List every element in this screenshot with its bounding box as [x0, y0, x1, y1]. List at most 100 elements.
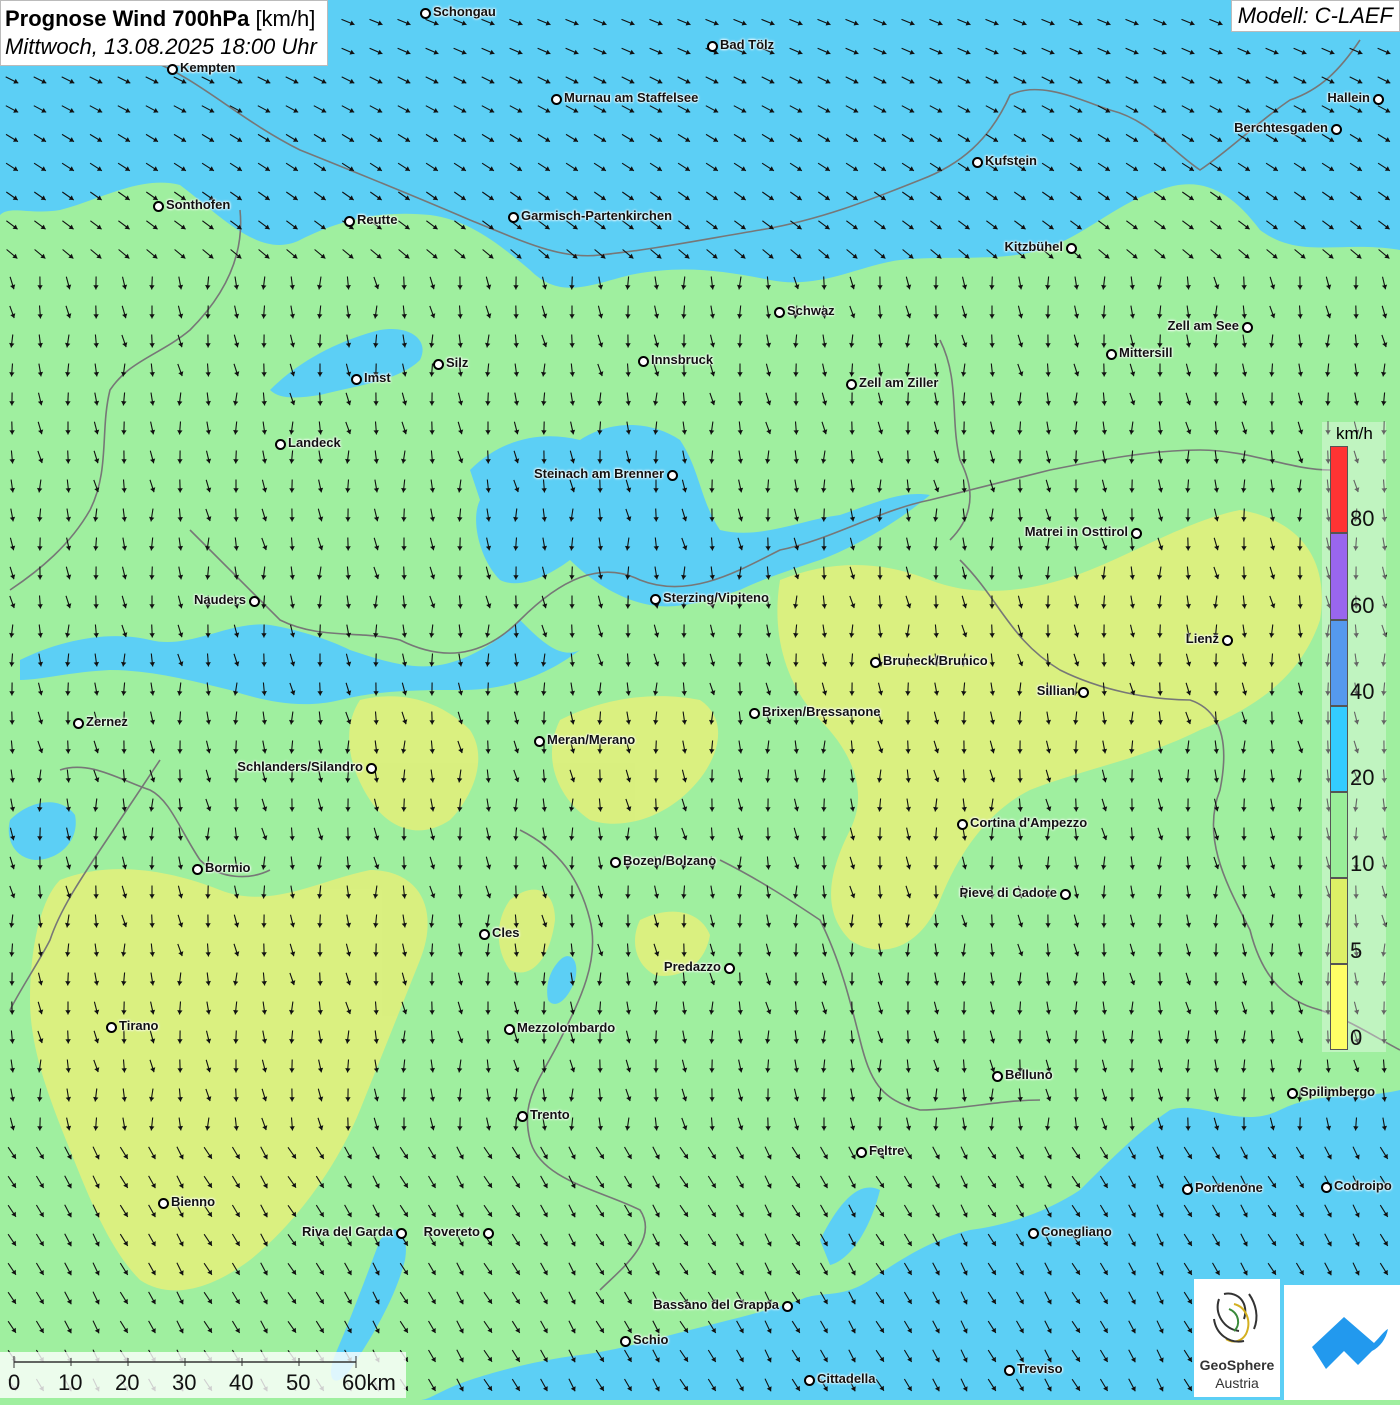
city-marker [870, 657, 881, 668]
city-marker [420, 8, 431, 19]
legend-label: 60 [1350, 593, 1374, 619]
city-marker [106, 1022, 117, 1033]
city-marker [396, 1228, 407, 1239]
city-marker [957, 819, 968, 830]
title-unit: [km/h] [255, 6, 315, 31]
city-marker [1242, 322, 1253, 333]
legend-band-60 [1330, 533, 1348, 620]
geosphere-mark-icon [1194, 1279, 1280, 1355]
city-label: Innsbruck [651, 352, 713, 367]
city-marker [1373, 94, 1384, 105]
geosphere-sub: Austria [1194, 1375, 1280, 1391]
legend-band-40 [1330, 620, 1348, 706]
city-label: Lienz [1186, 631, 1219, 646]
city-marker [1331, 124, 1342, 135]
city-marker [667, 470, 678, 481]
city-label: Imst [364, 370, 391, 385]
city-marker [433, 359, 444, 370]
city-marker [551, 94, 562, 105]
city-marker [479, 929, 490, 940]
city-marker [749, 708, 760, 719]
model-label: Modell: C-LAEF [1231, 0, 1400, 32]
scale-label: 0 [8, 1370, 20, 1396]
city-marker [1028, 1228, 1039, 1239]
city-marker [1287, 1088, 1298, 1099]
app-wind-icon [1284, 1285, 1400, 1400]
city-marker [1182, 1184, 1193, 1195]
city-marker [650, 594, 661, 605]
legend-label: 5 [1350, 938, 1362, 964]
city-label: Hallein [1327, 90, 1370, 105]
city-marker [1060, 889, 1071, 900]
city-label: Cittadella [817, 1371, 876, 1386]
city-marker [846, 379, 857, 390]
city-marker [508, 212, 519, 223]
city-label: Treviso [1017, 1361, 1063, 1376]
city-label: Zernez [86, 714, 128, 729]
city-label: Reutte [357, 212, 397, 227]
legend-unit: km/h [1336, 424, 1373, 444]
legend-label: 20 [1350, 765, 1374, 791]
city-marker [610, 857, 621, 868]
city-marker [249, 596, 260, 607]
city-label: Sterzing/Vipiteno [663, 590, 769, 605]
forecast-time: Mittwoch, 13.08.2025 18:00 Uhr [5, 33, 317, 61]
city-label: Conegliano [1041, 1224, 1112, 1239]
city-label: Silz [446, 355, 468, 370]
city-label: Bad Tölz [720, 37, 774, 52]
city-label: Murnau am Staffelsee [564, 90, 698, 105]
city-marker [724, 963, 735, 974]
legend-band-0 [1330, 964, 1348, 1050]
city-marker [344, 216, 355, 227]
city-marker [504, 1024, 515, 1035]
city-marker [782, 1301, 793, 1312]
legend-band-10 [1330, 792, 1348, 878]
city-label: Landeck [288, 435, 341, 450]
city-marker [351, 374, 362, 385]
city-label: Pieve di Cadore [959, 885, 1057, 900]
city-label: Riva del Garda [302, 1224, 393, 1239]
legend-label: 80 [1350, 506, 1374, 532]
city-label: Garmisch-Partenkirchen [521, 208, 672, 223]
city-label: Cortina d'Ampezzo [970, 815, 1087, 830]
city-label: Tirano [119, 1018, 159, 1033]
page-title: Prognose Wind 700hPa [km/h] [5, 5, 317, 33]
city-marker [73, 718, 84, 729]
city-marker [1078, 687, 1089, 698]
city-marker [972, 157, 983, 168]
city-label: Sillian [1037, 683, 1075, 698]
city-marker [483, 1228, 494, 1239]
scale-label: 40 [229, 1370, 253, 1396]
city-label: Cles [492, 925, 519, 940]
title-box: Prognose Wind 700hPa [km/h] Mittwoch, 13… [0, 0, 328, 66]
scale-label: 30 [172, 1370, 196, 1396]
city-marker [804, 1375, 815, 1386]
geosphere-logo[interactable]: GeoSphere Austria [1194, 1279, 1280, 1397]
city-label: Berchtesgaden [1234, 120, 1328, 135]
title-bold: Prognose Wind 700hPa [5, 6, 249, 31]
city-marker [1321, 1182, 1332, 1193]
city-label: Matrei in Osttirol [1025, 524, 1128, 539]
city-label: Kempten [180, 60, 236, 75]
city-label: Schongau [433, 4, 496, 19]
city-label: Zell am See [1167, 318, 1239, 333]
city-label: Zell am Ziller [859, 375, 938, 390]
city-label: Brixen/Bressanone [762, 704, 881, 719]
city-label: Spilimbergo [1300, 1084, 1375, 1099]
scale-label: 50 [286, 1370, 310, 1396]
legend-band-5 [1330, 878, 1348, 964]
city-marker [1066, 243, 1077, 254]
scale-label: 60km [342, 1370, 396, 1396]
city-label: Codroipo [1334, 1178, 1392, 1193]
city-label: Predazzo [664, 959, 721, 974]
city-marker [366, 763, 377, 774]
city-marker [517, 1111, 528, 1122]
legend-label: 40 [1350, 679, 1374, 705]
city-label: Sonthofen [166, 197, 230, 212]
scale-label: 20 [115, 1370, 139, 1396]
app-logo[interactable] [1284, 1285, 1400, 1400]
city-label: Trento [530, 1107, 570, 1122]
geosphere-name: GeoSphere [1194, 1357, 1280, 1373]
city-marker [275, 439, 286, 450]
city-marker [1004, 1365, 1015, 1376]
